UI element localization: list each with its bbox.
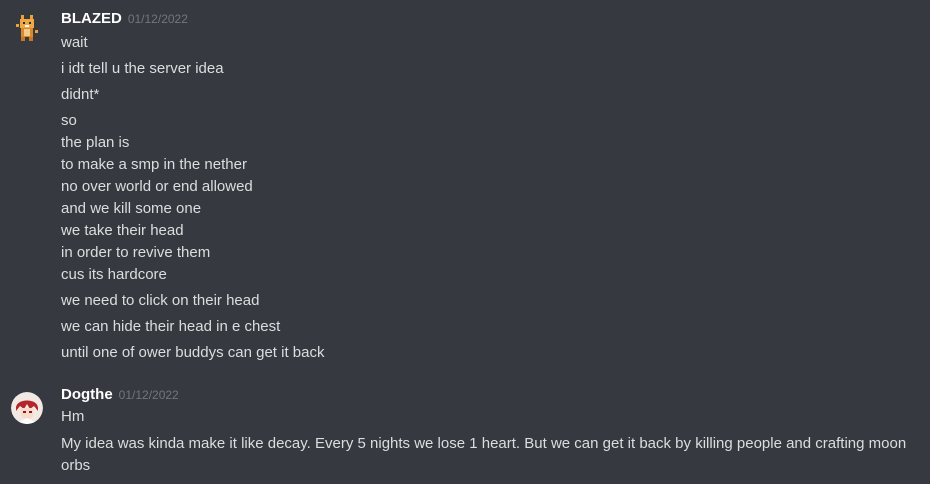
message-header: Dogthe 01/12/2022 xyxy=(61,386,179,406)
chat-message-list: BLAZED 01/12/2022 wait i idt tell u the s… xyxy=(0,0,930,484)
message-line: and we kill some one xyxy=(61,200,202,217)
message-line: we need to click on their head xyxy=(61,292,260,309)
timestamp: 01/12/2022 xyxy=(118,388,179,402)
message-line: we take their head xyxy=(61,222,184,239)
message-line: in order to revive them xyxy=(61,244,211,261)
avatar[interactable] xyxy=(11,392,43,424)
message-group-dogthe: Dogthe 01/12/2022 Hm My idea was kinda ma… xyxy=(0,380,930,484)
message-line: didnt* xyxy=(61,86,100,103)
message-line: we can hide their head in e chest xyxy=(61,318,281,335)
timestamp: 01/12/2022 xyxy=(127,12,188,26)
pixel-fox-icon xyxy=(11,12,43,44)
avatar[interactable] xyxy=(11,12,43,44)
message-line: cus its hardcore xyxy=(61,266,167,283)
message-header: BLAZED 01/12/2022 xyxy=(61,10,188,30)
message-line: no over world or end allowed xyxy=(61,178,253,195)
username[interactable]: Dogthe xyxy=(61,386,113,403)
message-line: to make a smp in the nether xyxy=(61,156,247,173)
message-line: My idea was kinda make it like decay. Ev… xyxy=(61,435,907,474)
message-line: until one of ower buddys can get it back xyxy=(61,344,325,361)
message-line: wait xyxy=(61,34,88,51)
message-group-blazed: BLAZED 01/12/2022 wait i idt tell u the s… xyxy=(0,0,930,370)
anime-avatar-icon xyxy=(11,392,43,424)
message-line: the plan is xyxy=(61,134,130,151)
username[interactable]: BLAZED xyxy=(61,10,122,27)
message-line: so xyxy=(61,112,77,129)
message-line: Hm xyxy=(61,408,85,425)
message-line: i idt tell u the server idea xyxy=(61,60,224,77)
